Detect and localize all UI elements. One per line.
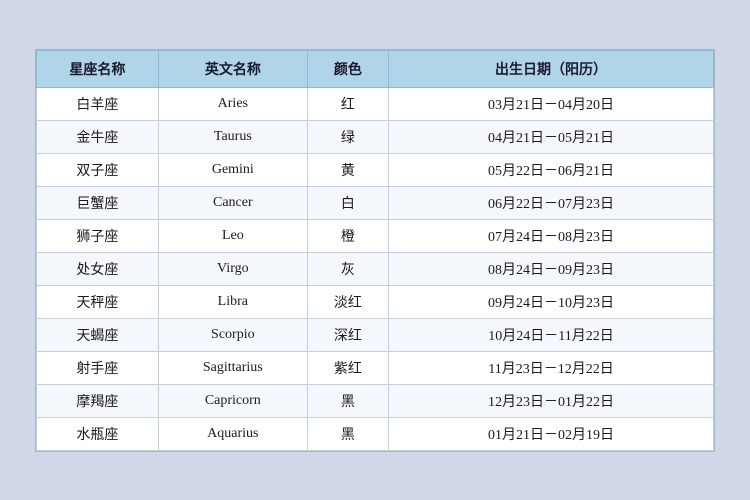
table-row: 金牛座Taurus绿04月21日－05月21日	[37, 120, 714, 153]
header-zh: 星座名称	[37, 50, 159, 87]
cell-color: 白	[307, 186, 388, 219]
cell-color: 黄	[307, 153, 388, 186]
zodiac-table-wrapper: 星座名称 英文名称 颜色 出生日期（阳历） 白羊座Aries红03月21日－04…	[35, 49, 715, 452]
cell-date: 10月24日－11月22日	[389, 318, 714, 351]
cell-color: 紫红	[307, 351, 388, 384]
cell-en: Leo	[158, 219, 307, 252]
cell-color: 淡红	[307, 285, 388, 318]
cell-zh: 金牛座	[37, 120, 159, 153]
cell-date: 05月22日－06月21日	[389, 153, 714, 186]
cell-date: 04月21日－05月21日	[389, 120, 714, 153]
cell-color: 黑	[307, 417, 388, 450]
cell-date: 06月22日－07月23日	[389, 186, 714, 219]
cell-en: Scorpio	[158, 318, 307, 351]
header-color: 颜色	[307, 50, 388, 87]
cell-zh: 狮子座	[37, 219, 159, 252]
cell-en: Aries	[158, 87, 307, 120]
cell-zh: 白羊座	[37, 87, 159, 120]
cell-zh: 双子座	[37, 153, 159, 186]
cell-zh: 天秤座	[37, 285, 159, 318]
cell-en: Aquarius	[158, 417, 307, 450]
cell-date: 01月21日－02月19日	[389, 417, 714, 450]
cell-en: Cancer	[158, 186, 307, 219]
cell-date: 09月24日－10月23日	[389, 285, 714, 318]
cell-en: Sagittarius	[158, 351, 307, 384]
cell-date: 03月21日－04月20日	[389, 87, 714, 120]
cell-color: 灰	[307, 252, 388, 285]
cell-zh: 处女座	[37, 252, 159, 285]
cell-zh: 射手座	[37, 351, 159, 384]
cell-zh: 天蝎座	[37, 318, 159, 351]
cell-zh: 水瓶座	[37, 417, 159, 450]
table-row: 白羊座Aries红03月21日－04月20日	[37, 87, 714, 120]
header-en: 英文名称	[158, 50, 307, 87]
table-row: 水瓶座Aquarius黑01月21日－02月19日	[37, 417, 714, 450]
header-date: 出生日期（阳历）	[389, 50, 714, 87]
cell-en: Libra	[158, 285, 307, 318]
table-row: 摩羯座Capricorn黑12月23日－01月22日	[37, 384, 714, 417]
table-row: 天秤座Libra淡红09月24日－10月23日	[37, 285, 714, 318]
table-row: 双子座Gemini黄05月22日－06月21日	[37, 153, 714, 186]
table-row: 射手座Sagittarius紫红11月23日－12月22日	[37, 351, 714, 384]
cell-en: Capricorn	[158, 384, 307, 417]
table-header-row: 星座名称 英文名称 颜色 出生日期（阳历）	[37, 50, 714, 87]
cell-date: 11月23日－12月22日	[389, 351, 714, 384]
cell-color: 深红	[307, 318, 388, 351]
cell-zh: 摩羯座	[37, 384, 159, 417]
cell-color: 橙	[307, 219, 388, 252]
cell-en: Virgo	[158, 252, 307, 285]
zodiac-table: 星座名称 英文名称 颜色 出生日期（阳历） 白羊座Aries红03月21日－04…	[36, 50, 714, 451]
cell-en: Taurus	[158, 120, 307, 153]
cell-date: 07月24日－08月23日	[389, 219, 714, 252]
cell-date: 08月24日－09月23日	[389, 252, 714, 285]
cell-en: Gemini	[158, 153, 307, 186]
cell-date: 12月23日－01月22日	[389, 384, 714, 417]
table-row: 处女座Virgo灰08月24日－09月23日	[37, 252, 714, 285]
cell-zh: 巨蟹座	[37, 186, 159, 219]
cell-color: 红	[307, 87, 388, 120]
table-row: 天蝎座Scorpio深红10月24日－11月22日	[37, 318, 714, 351]
table-row: 狮子座Leo橙07月24日－08月23日	[37, 219, 714, 252]
cell-color: 黑	[307, 384, 388, 417]
cell-color: 绿	[307, 120, 388, 153]
table-row: 巨蟹座Cancer白06月22日－07月23日	[37, 186, 714, 219]
